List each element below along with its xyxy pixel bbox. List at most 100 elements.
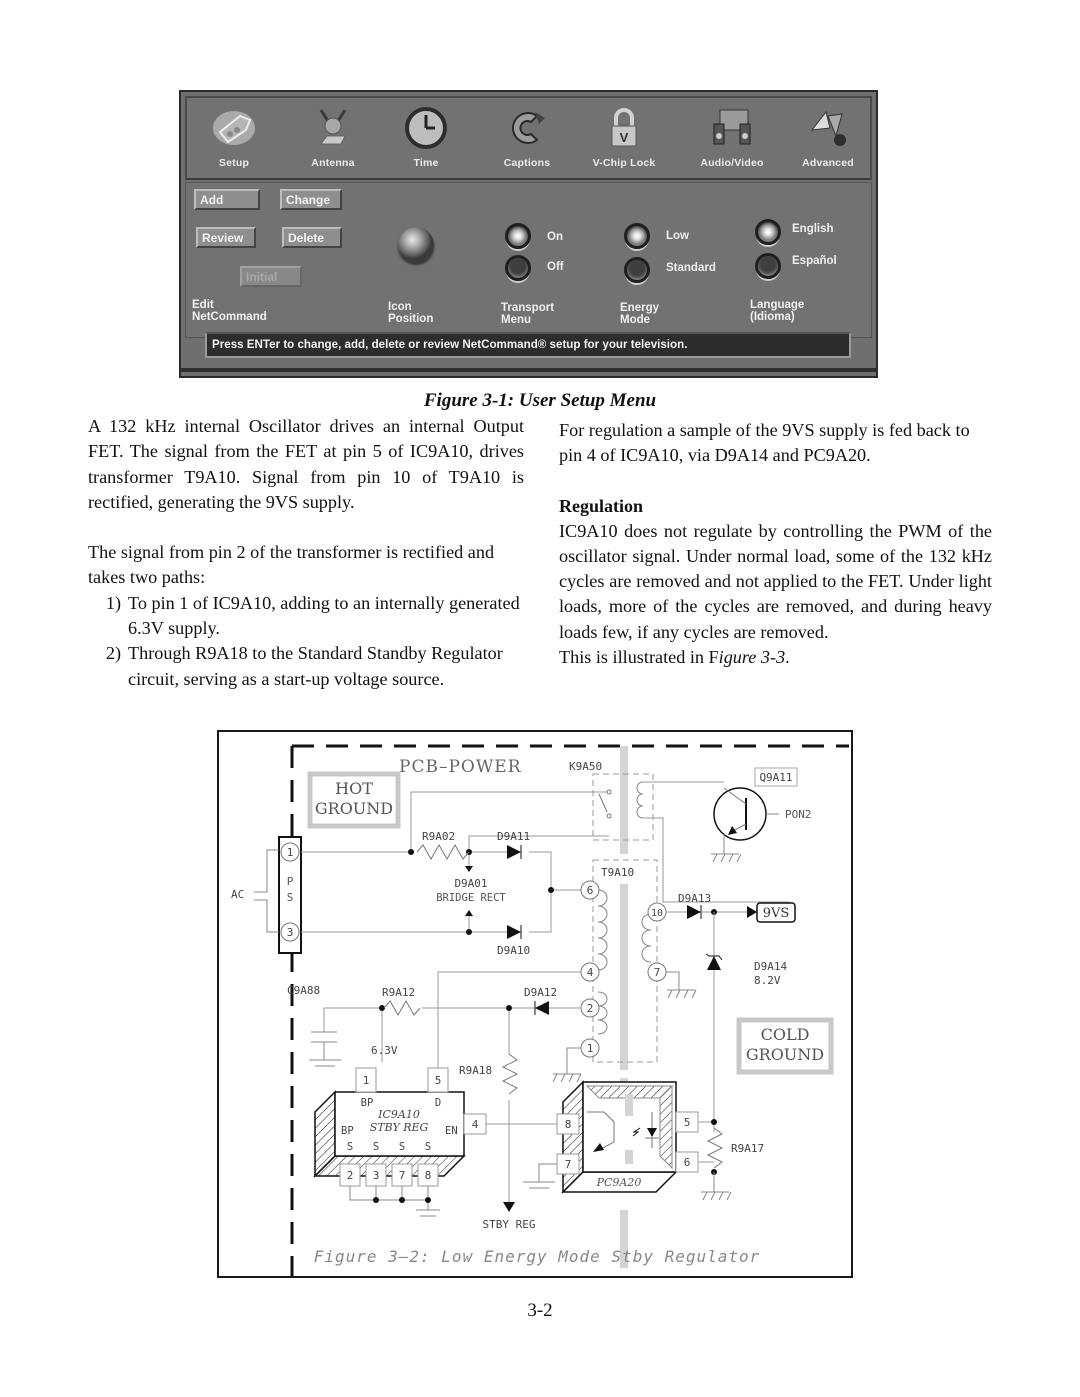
pin-label: 3 [287, 926, 294, 939]
figure-caption: Figure 3–2: Low Energy Mode Stby Regulat… [314, 1247, 761, 1266]
edit-netcommand-label: Edit NetCommand [192, 299, 267, 323]
tab-v-chip-lock[interactable]: V V-Chip Lock [579, 98, 669, 178]
arrow-icon [503, 1202, 515, 1212]
delete-button[interactable]: Delete [282, 227, 342, 248]
clock-icon [405, 107, 447, 149]
energy-standard-radio[interactable] [624, 257, 650, 283]
tab-setup[interactable]: Setup [189, 98, 279, 178]
setup-plug-icon [213, 111, 255, 145]
list-item: 1) To pin 1 of IC9A10, adding to an inte… [88, 591, 524, 642]
group-label-line: Position [388, 313, 434, 325]
isolation-barrier [620, 746, 628, 854]
opto-name: PC9A20 [596, 1176, 642, 1189]
component-label: STBY REG [483, 1218, 536, 1231]
transistor-q9a11 [713, 787, 767, 841]
tab-audio-video[interactable]: Audio/Video [687, 98, 777, 178]
capacitor-c9a88 [309, 1031, 341, 1067]
ground-wire [666, 971, 695, 991]
tab-captions[interactable]: Captions [482, 98, 572, 178]
component-label: K9A50 [569, 760, 602, 773]
list-text: To pin 1 of IC9A10, adding to an interna… [128, 592, 520, 639]
change-button[interactable]: Change [280, 189, 342, 210]
language-english-radio[interactable] [755, 219, 781, 245]
tab-label: Advanced [802, 157, 854, 169]
tab-label: Setup [218, 157, 250, 169]
pin-label: 1 [587, 1042, 594, 1055]
group-label-line: Icon [388, 301, 412, 313]
component-label: 8.2V [754, 974, 781, 987]
pin-label: 6 [684, 1156, 691, 1169]
wires [698, 1121, 714, 1163]
status-bar: Press ENTer to change, add, delete or re… [205, 332, 851, 358]
tab-time[interactable]: Time [381, 98, 471, 178]
padlock-icon: V [611, 108, 637, 147]
isolation-barrier [620, 884, 628, 1070]
ground-icon [552, 1073, 582, 1083]
junction [466, 929, 472, 935]
paragraph: The signal from pin 2 of the transformer… [88, 542, 495, 588]
transport-on-label: On [547, 231, 563, 243]
language-espanol-radio[interactable] [755, 253, 781, 279]
pin-label: 5 [435, 1074, 442, 1087]
component-label: Q9A11 [759, 771, 792, 784]
list-item: 2) Through R9A18 to the Standard Standby… [88, 641, 524, 692]
ic-pin-name: BP [341, 1125, 354, 1137]
ground-icon [667, 989, 697, 999]
pin-label: 1 [287, 846, 294, 859]
menu-bottom-border [181, 368, 876, 372]
initial-button[interactable]: Initial [240, 266, 302, 287]
pin-label: 4 [587, 966, 594, 979]
paragraph: A 132 kHz internal Oscillator drives an … [88, 416, 524, 512]
svg-text:V: V [620, 130, 629, 145]
speakers-icon [713, 109, 751, 145]
diode-d9a11 [507, 845, 521, 859]
junction [506, 1005, 512, 1011]
advanced-tools-icon [810, 110, 846, 146]
text-run: This is illustrated in F [559, 647, 719, 668]
tab-label: Captions [503, 157, 551, 169]
energy-standard-label: Standard [666, 262, 716, 274]
component-label: R9A18 [459, 1064, 492, 1077]
junction [711, 1119, 717, 1125]
tab-antenna[interactable]: Antenna [288, 98, 378, 178]
group-label-line: Edit [192, 299, 214, 311]
user-setup-menu-screenshot: Setup Antenna Time Captions V V-Chip Loc… [179, 90, 878, 378]
ic-pin-name: S [399, 1141, 405, 1153]
review-button[interactable]: Review [196, 227, 256, 248]
menu-tab-bar: Setup Antenna Time Captions V V-Chip Loc… [185, 96, 872, 180]
figure-caption: Figure 3-1: User Setup Menu [423, 390, 657, 411]
cold-ground-label: GROUND [746, 1045, 824, 1064]
ic-pin-name: S [373, 1141, 379, 1153]
component-label: T9A10 [601, 866, 634, 879]
icon-position-knob[interactable] [398, 227, 434, 263]
group-label-line: Menu [501, 314, 532, 326]
right-column: For regulation a sample of the 9VS suppl… [559, 418, 992, 670]
zener-d9a14 [707, 956, 721, 970]
ground-icon [702, 1191, 732, 1201]
transport-off-radio[interactable] [505, 255, 531, 281]
left-column: A 132 kHz internal Oscillator drives an … [88, 414, 524, 692]
resistor-r9a12 [383, 999, 421, 1017]
component-label: D9A14 [754, 960, 787, 973]
transport-off-label: Off [547, 261, 564, 273]
group-label-line: Transport [501, 302, 555, 314]
ic-pin-name: D [435, 1097, 441, 1109]
figure-reference[interactable]: igure 3-3 [719, 647, 786, 667]
tab-advanced[interactable]: Advanced [783, 98, 873, 178]
ic-name: IC9A10 [377, 1108, 420, 1121]
secondary-winding [641, 913, 652, 963]
component-label: R9A17 [731, 1142, 764, 1155]
transport-on-radio[interactable] [505, 223, 531, 249]
component-label: D9A01 [454, 877, 487, 890]
add-button[interactable]: Add [194, 189, 260, 210]
board-label: PCB–POWER [399, 757, 522, 777]
ground-wire [701, 1172, 729, 1193]
diode-d9a13 [687, 905, 701, 919]
relay-coil [636, 781, 644, 819]
arrow-icon [465, 910, 473, 916]
energy-low-radio[interactable] [624, 223, 650, 249]
ac-input-label: AC [231, 888, 244, 901]
text-run: . [785, 647, 790, 668]
pin-label: 6 [587, 884, 594, 897]
connector-label: S [287, 891, 294, 904]
